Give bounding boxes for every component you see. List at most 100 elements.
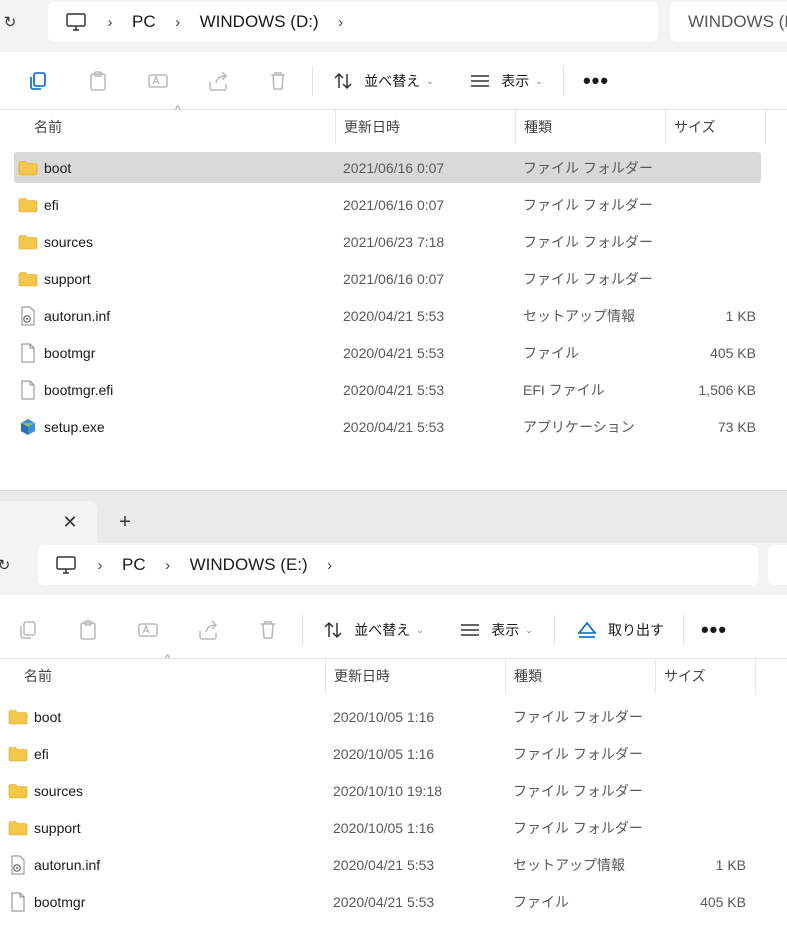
- address-bar-row: ↻ › PC › WINDOWS (E:) ›: [0, 543, 787, 595]
- copy-button[interactable]: [10, 601, 46, 659]
- file-name-cell[interactable]: efi: [18, 189, 59, 220]
- file-name-cell[interactable]: autorun.inf: [18, 300, 110, 331]
- sort-icon: [334, 72, 352, 90]
- file-name-cell[interactable]: efi: [8, 738, 49, 769]
- file-type: ファイル: [523, 344, 579, 361]
- address-bar[interactable]: › PC › WINDOWS (D:) ›: [48, 2, 658, 42]
- copy-button[interactable]: [20, 52, 56, 110]
- breadcrumb-pc[interactable]: PC: [128, 12, 160, 32]
- column-size[interactable]: サイズ: [666, 110, 766, 144]
- file-name-cell[interactable]: autorun.inf: [8, 849, 100, 880]
- file-name-cell[interactable]: sources: [8, 775, 83, 806]
- file-row[interactable]: efi 2021/06/16 0:07 ファイル フォルダー: [0, 189, 787, 220]
- folder-icon: [18, 158, 38, 178]
- paste-button[interactable]: [70, 601, 106, 659]
- file-row[interactable]: support 2020/10/05 1:16 ファイル フォルダー: [0, 812, 787, 843]
- share-icon: [199, 620, 218, 640]
- file-name-cell[interactable]: bootmgr: [8, 886, 85, 917]
- file-size: [656, 738, 746, 769]
- eject-icon: [577, 621, 597, 638]
- file-size: [656, 701, 746, 732]
- file-row[interactable]: autorun.inf 2020/04/21 5:53 セットアップ情報 1 KB: [0, 300, 787, 331]
- chevron-right-icon[interactable]: ›: [312, 557, 348, 574]
- paste-icon: [90, 71, 106, 91]
- share-button[interactable]: [190, 601, 226, 659]
- file-row[interactable]: boot 2021/06/16 0:07 ファイル フォルダー: [0, 152, 787, 183]
- column-type[interactable]: 種類: [506, 659, 656, 693]
- column-name[interactable]: 名前: [26, 110, 336, 144]
- file-name: sources: [44, 233, 94, 250]
- file-size: 1 KB: [725, 307, 756, 324]
- chevron-down-icon: ⌄: [535, 75, 543, 86]
- search-input[interactable]: WINDOWS (D:): [670, 2, 787, 42]
- file-date: 2020/04/21 5:53: [333, 856, 435, 873]
- explorer-window-e: ✕ + ↻ › PC › WINDOWS (E:) ›: [0, 490, 787, 926]
- more-options-button[interactable]: •••: [578, 52, 614, 110]
- file-row[interactable]: bootmgr 2020/04/21 5:53 ファイル 405 KB: [0, 886, 787, 917]
- refresh-icon[interactable]: ↻: [0, 0, 20, 44]
- file-name-cell[interactable]: boot: [8, 701, 61, 732]
- add-tab-icon[interactable]: +: [110, 501, 140, 543]
- file-name: support: [34, 819, 81, 836]
- address-bar[interactable]: › PC › WINDOWS (E:) ›: [38, 545, 758, 585]
- file-date: 2020/04/21 5:53: [343, 307, 445, 324]
- column-type[interactable]: 種類: [516, 110, 666, 144]
- share-button[interactable]: [200, 52, 236, 110]
- view-button[interactable]: 表示 ⌄: [464, 52, 548, 110]
- file-name-cell[interactable]: setup.exe: [18, 411, 105, 442]
- close-icon[interactable]: ✕: [56, 501, 84, 543]
- breadcrumb-drive[interactable]: WINDOWS (D:): [196, 12, 323, 32]
- chevron-right-icon[interactable]: ›: [82, 557, 118, 574]
- toolbar-divider: [563, 66, 564, 96]
- eject-button[interactable]: 取り出す: [574, 601, 666, 659]
- column-size[interactable]: サイズ: [656, 659, 756, 693]
- file-name: boot: [44, 159, 72, 176]
- file-name: boot: [34, 708, 62, 725]
- file-row[interactable]: boot 2020/10/05 1:16 ファイル フォルダー: [0, 701, 787, 732]
- file-row[interactable]: sources 2020/10/10 19:18 ファイル フォルダー: [0, 775, 787, 806]
- file-row[interactable]: efi 2020/10/05 1:16 ファイル フォルダー: [0, 738, 787, 769]
- file-date: 2021/06/16 0:07: [343, 159, 445, 176]
- file-row[interactable]: bootmgr 2020/04/21 5:53 ファイル 405 KB: [0, 337, 787, 368]
- chevron-right-icon[interactable]: ›: [150, 557, 186, 574]
- file-size: [666, 226, 756, 257]
- column-date[interactable]: 更新日時: [326, 659, 506, 693]
- file-row[interactable]: autorun.inf 2020/04/21 5:53 セットアップ情報 1 KB: [0, 849, 787, 880]
- file-row[interactable]: support 2021/06/16 0:07 ファイル フォルダー: [0, 263, 787, 294]
- file-row[interactable]: bootmgr.efi 2020/04/21 5:53 EFI ファイル 1,506 …: [0, 374, 787, 405]
- file-row[interactable]: sources 2021/06/23 7:18 ファイル フォルダー: [0, 226, 787, 257]
- search-input[interactable]: [768, 545, 787, 585]
- chevron-right-icon[interactable]: ›: [323, 14, 359, 31]
- file-name-cell[interactable]: support: [18, 263, 91, 294]
- file-date: 2021/06/23 7:18: [343, 233, 445, 250]
- delete-button[interactable]: [250, 601, 286, 659]
- delete-button[interactable]: [260, 52, 296, 110]
- sort-button[interactable]: 並べ替え ⌄: [328, 52, 438, 110]
- rename-button[interactable]: [140, 52, 176, 110]
- file-icon: [18, 343, 38, 363]
- file-row[interactable]: setup.exe 2020/04/21 5:53 アプリケーション 73 KB: [0, 411, 787, 442]
- column-name[interactable]: 名前: [16, 659, 326, 693]
- chevron-right-icon[interactable]: ›: [92, 14, 128, 31]
- breadcrumb-pc[interactable]: PC: [118, 555, 150, 575]
- more-options-button[interactable]: •••: [696, 601, 732, 659]
- file-date: 2021/06/16 0:07: [343, 196, 445, 213]
- file-name-cell[interactable]: bootmgr.efi: [18, 374, 113, 405]
- file-type: ファイル フォルダー: [523, 159, 653, 176]
- folder-icon: [8, 707, 28, 727]
- file-name-cell[interactable]: support: [8, 812, 81, 843]
- paste-button[interactable]: [80, 52, 116, 110]
- column-date[interactable]: 更新日時: [336, 110, 516, 144]
- view-button[interactable]: 表示 ⌄: [454, 601, 538, 659]
- toolbar-divider: [312, 66, 313, 96]
- refresh-icon[interactable]: ↻: [0, 543, 14, 587]
- file-name-cell[interactable]: sources: [18, 226, 93, 257]
- file-name-cell[interactable]: boot: [18, 152, 71, 183]
- sort-button[interactable]: 並べ替え ⌄: [318, 601, 428, 659]
- file-name-cell[interactable]: bootmgr: [18, 337, 95, 368]
- chevron-right-icon[interactable]: ›: [160, 14, 196, 31]
- breadcrumb-drive[interactable]: WINDOWS (E:): [186, 555, 312, 575]
- column-header: ^ 名前 更新日時 種類 サイズ: [0, 104, 787, 144]
- rename-button[interactable]: [130, 601, 166, 659]
- file-size: 1 KB: [715, 856, 746, 873]
